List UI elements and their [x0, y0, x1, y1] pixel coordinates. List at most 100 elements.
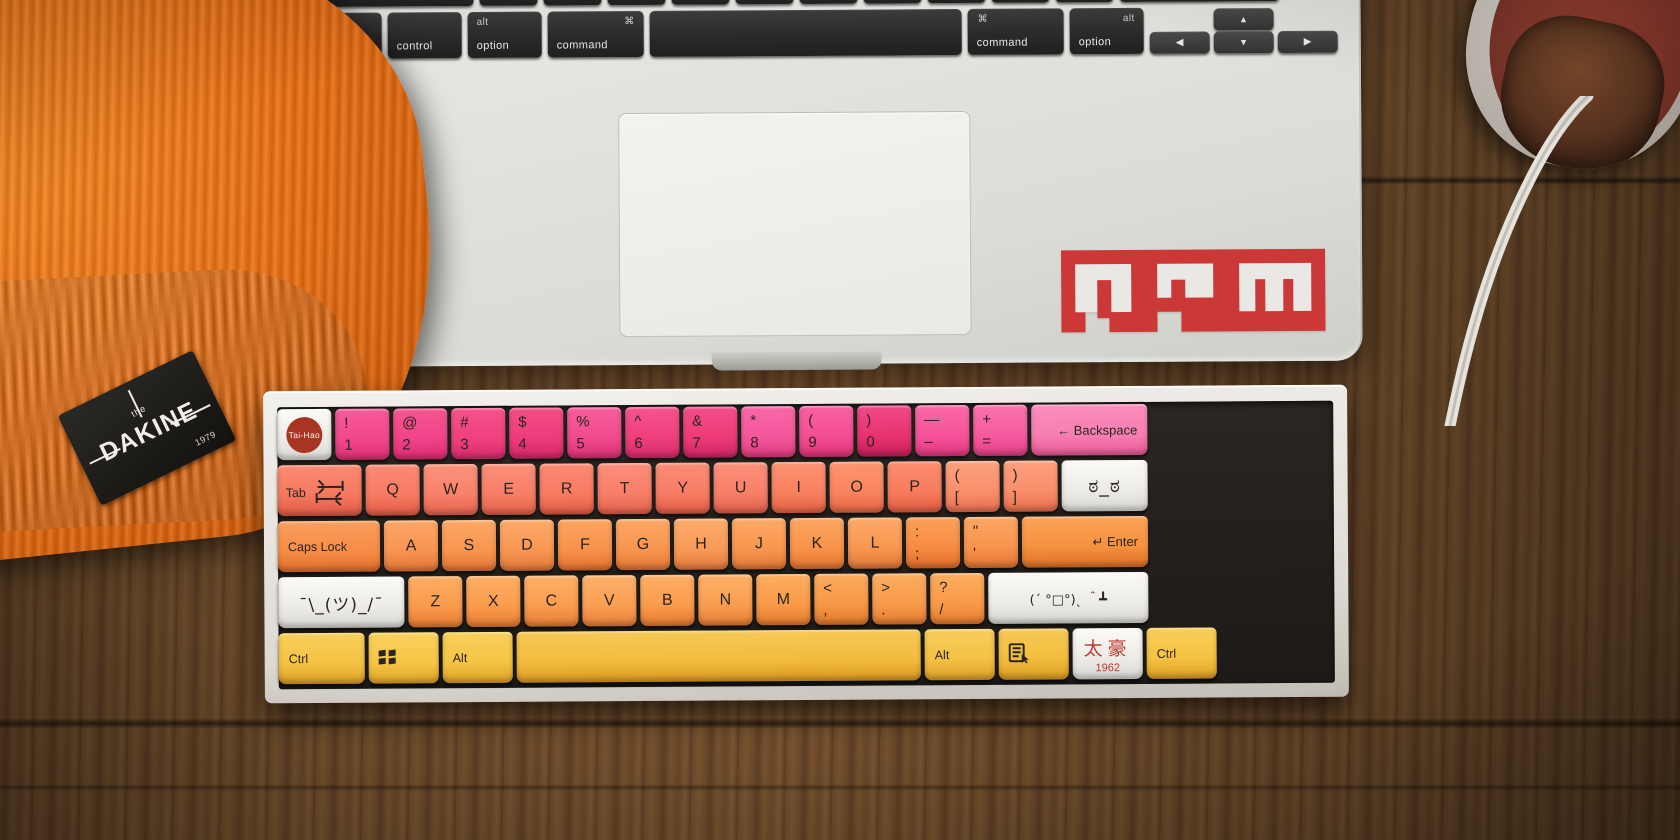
key-p[interactable]: P: [887, 461, 942, 513]
laptop-key-period[interactable]: >.: [991, 0, 1050, 3]
laptop-key-arrow-down[interactable]: ▼: [1213, 31, 1274, 54]
key-semicolon[interactable]: : ;: [905, 517, 961, 569]
key-comma[interactable]: < ,: [814, 573, 869, 625]
key-v[interactable]: V: [582, 575, 637, 627]
key-b[interactable]: B: [640, 574, 695, 627]
laptop-key-option-right[interactable]: alt option: [1069, 7, 1144, 55]
laptop-key-m[interactable]: M: [863, 0, 922, 4]
laptop-key-label: control: [396, 40, 433, 53]
key-9[interactable]: ( 9: [799, 405, 854, 458]
laptop-keyboard[interactable]: shift Z X C V B N M <, >. ?/ shift fn co…: [323, 0, 1338, 67]
key-i[interactable]: I: [771, 461, 826, 514]
key-alt-right[interactable]: Alt: [924, 628, 995, 681]
key-x[interactable]: X: [466, 575, 521, 628]
laptop-key-command-right[interactable]: ⌘ command: [967, 8, 1064, 55]
key-backspace[interactable]: ← Backspace: [1031, 403, 1148, 456]
trackpad[interactable]: [618, 110, 972, 338]
key-right-bracket[interactable]: ) ]: [1003, 460, 1058, 512]
key-ctrl-left[interactable]: Ctrl: [278, 632, 365, 685]
key-e[interactable]: E: [481, 463, 536, 515]
key-disapproval-face[interactable]: ಠ_ಠ: [1061, 459, 1148, 512]
key-slash[interactable]: ? /: [930, 572, 985, 625]
key-table-flip[interactable]: (ˊ °□°)ˎ ＾┻: [988, 571, 1149, 624]
laptop-key-c[interactable]: C: [607, 0, 666, 6]
key-o[interactable]: O: [829, 461, 884, 513]
key-l[interactable]: L: [847, 517, 903, 569]
key-legend-bottom: .: [881, 601, 886, 619]
key-g[interactable]: G: [615, 518, 671, 571]
key-j[interactable]: J: [731, 518, 787, 570]
laptop-key-arrow-up[interactable]: ▲: [1213, 8, 1274, 31]
laptop-key-slash[interactable]: ?/: [1055, 0, 1114, 3]
key-legend-ctrl: Ctrl: [1156, 646, 1177, 661]
key-r[interactable]: R: [539, 463, 594, 515]
key-legend-top: <: [823, 579, 833, 597]
laptop-key-n[interactable]: N: [799, 0, 858, 4]
key-w[interactable]: W: [423, 464, 478, 516]
key-d[interactable]: D: [499, 519, 555, 571]
key-5[interactable]: % 5: [567, 407, 622, 459]
key-7[interactable]: & 7: [683, 406, 738, 458]
laptop-key-x[interactable]: X: [543, 0, 602, 6]
key-taihao-badge[interactable]: Tai-Hao: [277, 408, 332, 461]
key-left-bracket[interactable]: ( [: [945, 460, 1000, 513]
key-1[interactable]: ! 1: [335, 408, 390, 460]
keyboard-plate: Tai-Hao ! 1 @ 2 # 3 $ 4 % 5 ^ 6 & 7 * 8 …: [277, 400, 1335, 690]
key-legend: D: [521, 536, 533, 554]
laptop-key-arrow-left[interactable]: ◀: [1149, 31, 1210, 54]
key-a[interactable]: A: [383, 520, 439, 572]
key-ctrl-right[interactable]: Ctrl: [1146, 627, 1217, 679]
laptop-key-b[interactable]: B: [735, 0, 794, 5]
laptop-key-control[interactable]: control: [387, 12, 462, 59]
key-period[interactable]: > .: [872, 573, 927, 625]
key-8[interactable]: * 8: [741, 406, 796, 458]
key-legend: F: [580, 535, 590, 553]
key-legend: M: [776, 590, 791, 608]
laptop-key-v[interactable]: V: [671, 0, 730, 5]
laptop-key-command-left[interactable]: ⌘ command: [547, 10, 644, 58]
key-space[interactable]: [516, 629, 921, 683]
laptop-key-comma[interactable]: <,: [927, 0, 986, 4]
key-legend-chinese: 太豪: [1083, 638, 1132, 661]
laptop-key-arrow-right[interactable]: ▶: [1277, 30, 1338, 54]
key-windows[interactable]: [368, 632, 439, 684]
key-u[interactable]: U: [713, 462, 768, 514]
key-q[interactable]: Q: [365, 464, 420, 516]
laptop-key-label: command: [556, 39, 608, 52]
key-4[interactable]: $ 4: [509, 407, 564, 459]
laptop-key-option-left[interactable]: alt option: [467, 11, 542, 59]
key-s[interactable]: S: [441, 519, 497, 572]
key-f[interactable]: F: [557, 519, 613, 571]
key-y[interactable]: Y: [655, 462, 710, 514]
key-caps-lock[interactable]: Caps Lock: [277, 520, 381, 573]
laptop-key-sublabel: alt: [1122, 12, 1135, 25]
key-2[interactable]: @ 2: [393, 408, 448, 460]
key-taihao-red-novelty[interactable]: 太豪 1962: [1072, 627, 1143, 680]
key-c[interactable]: C: [524, 575, 579, 627]
key-k[interactable]: K: [789, 517, 845, 570]
key-z[interactable]: Z: [408, 576, 463, 628]
key-quote[interactable]: " ': [963, 516, 1019, 569]
key-alt-left[interactable]: Alt: [442, 631, 513, 684]
key-shrug[interactable]: ¯\_(ツ)_/¯: [278, 576, 405, 629]
key-6[interactable]: ^ 6: [625, 406, 680, 459]
key-t[interactable]: T: [597, 462, 652, 515]
key-minus[interactable]: — –: [915, 405, 970, 457]
laptop-key-space[interactable]: [649, 9, 962, 57]
mechanical-keyboard[interactable]: Tai-Hao ! 1 @ 2 # 3 $ 4 % 5 ^ 6 & 7 * 8 …: [263, 384, 1349, 704]
key-h[interactable]: H: [673, 518, 729, 570]
key-legend-top: ): [866, 411, 872, 429]
laptop-key-shift-left[interactable]: shift: [323, 0, 474, 7]
key-0[interactable]: ) 0: [857, 405, 912, 457]
key-context-menu[interactable]: [998, 628, 1069, 680]
key-3[interactable]: # 3: [451, 407, 506, 460]
keyboard-row-qwerty: Tab Q W E R T Y U I O P ([)] ಠ_ಠ: [277, 457, 1333, 518]
key-tab[interactable]: Tab: [277, 464, 362, 517]
key-m[interactable]: M: [756, 573, 811, 626]
laptop-key-z[interactable]: Z: [479, 0, 538, 6]
key-n[interactable]: N: [698, 574, 753, 626]
key-equal[interactable]: + =: [973, 404, 1028, 456]
laptop-key-shift-right[interactable]: shift: [1119, 0, 1280, 3]
key-legend: H: [695, 535, 707, 553]
key-enter[interactable]: ↵ Enter: [1021, 515, 1149, 568]
